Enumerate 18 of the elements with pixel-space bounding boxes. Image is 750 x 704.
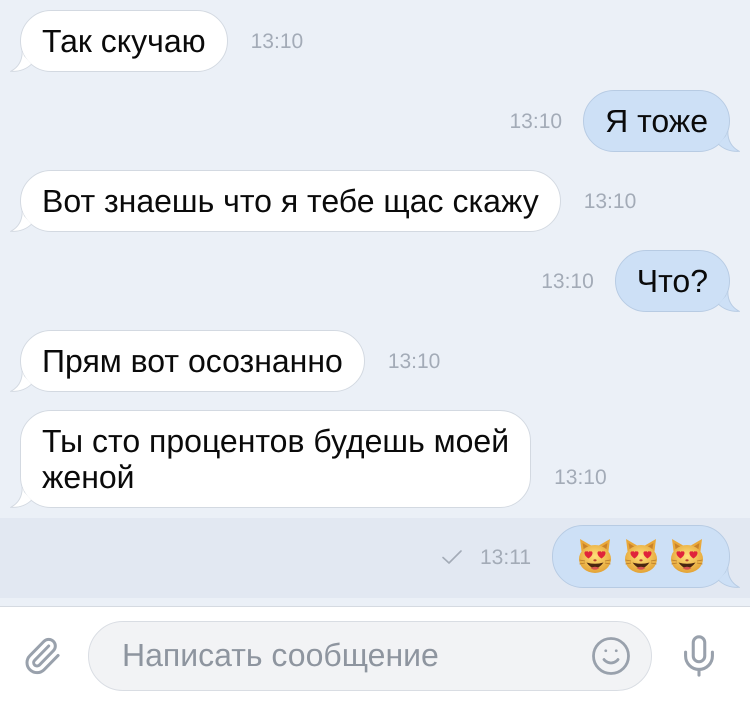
message-time: 13:11 <box>480 547 531 569</box>
heart-eyes-cat-icon <box>577 538 613 574</box>
message-time: 13:10 <box>554 467 607 489</box>
message-text: Ты сто процентов будешь моей женой <box>42 423 510 495</box>
message-time: 13:10 <box>250 31 304 53</box>
message-field[interactable]: Написать сообщение <box>88 620 652 690</box>
emoji-icon[interactable] <box>590 634 632 676</box>
heart-eyes-cat-icon <box>669 538 705 574</box>
message-text: Я тоже <box>605 103 708 139</box>
message-time: 13:10 <box>541 271 594 293</box>
message-text: Вот знаешь что я тебе щас скажу <box>42 183 539 219</box>
message-time: 13:10 <box>388 351 440 373</box>
message-text: Что? <box>636 263 708 299</box>
message-time: 13:10 <box>510 111 562 133</box>
message-text: Так скучаю <box>42 23 206 59</box>
heart-eyes-cat-icon <box>623 538 659 574</box>
message-text: Прям вот осознанно <box>42 343 343 379</box>
message-time: 13:10 <box>584 191 636 213</box>
